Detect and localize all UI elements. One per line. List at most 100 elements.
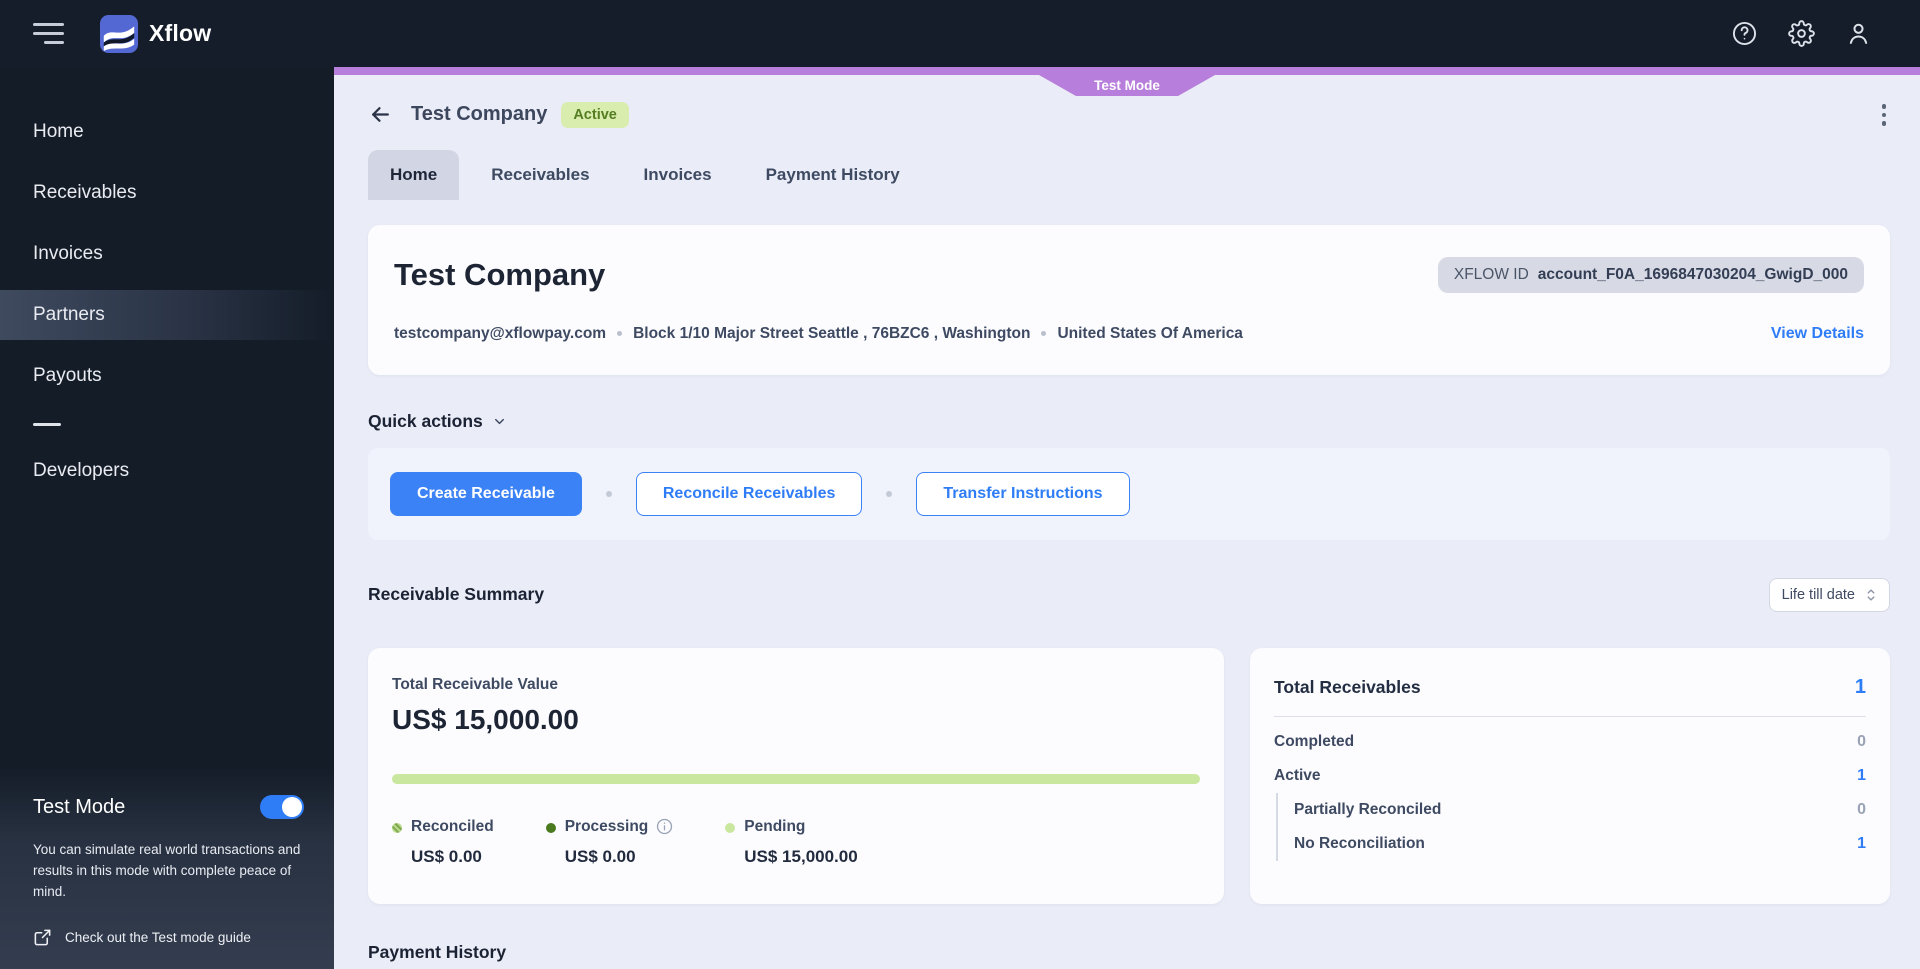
test-mode-guide-label: Check out the Test mode guide: [65, 930, 251, 945]
test-mode-panel: Test Mode You can simulate real world tr…: [0, 767, 334, 969]
tab-invoices[interactable]: Invoices: [622, 150, 734, 200]
reconcile-receivables-button[interactable]: Reconcile Receivables: [635, 471, 863, 516]
company-info-row: testcompany@xflowpay.com Block 1/10 Majo…: [394, 325, 1864, 343]
sidebar-item-invoices[interactable]: Invoices: [0, 229, 334, 279]
sidebar-item-receivables[interactable]: Receivables: [0, 168, 334, 218]
sidebar-item-payouts[interactable]: Payouts: [0, 351, 334, 401]
quick-actions-panel: Create Receivable Reconcile Receivables …: [368, 447, 1890, 540]
xflow-id-label: XFLOW ID: [1453, 265, 1529, 283]
topbar-actions: [1731, 20, 1872, 47]
main-content: Test Mode Test Company Active Home Recei…: [334, 67, 1920, 969]
dot-separator: [605, 490, 612, 497]
receivable-summary-title: Receivable Summary: [368, 584, 545, 604]
brand: Xflow: [100, 14, 212, 53]
receivable-legend: Reconciled US$ 0.00 Processing US$ 0.00 …: [392, 818, 1200, 867]
xflow-logo-icon: [100, 14, 138, 53]
pending-value: US$ 15,000.00: [744, 846, 858, 866]
test-mode-ribbon-label: Test Mode: [1094, 78, 1160, 93]
company-name: Test Company: [394, 256, 606, 292]
view-details-link[interactable]: View Details: [1771, 325, 1864, 343]
row-active: Active 1: [1274, 759, 1866, 793]
total-receivable-value-card: Total Receivable Value US$ 15,000.00 Rec…: [368, 647, 1224, 904]
legend-item-pending: Pending US$ 15,000.00: [725, 817, 858, 867]
create-receivable-button[interactable]: Create Receivable: [390, 471, 582, 516]
sidebar-item-partners[interactable]: Partners: [0, 290, 334, 340]
tab-receivables[interactable]: Receivables: [469, 150, 611, 200]
test-mode-description: You can simulate real world transactions…: [33, 842, 301, 899]
back-button[interactable]: [368, 102, 393, 127]
row-no-reconciliation: No Reconciliation 1: [1294, 827, 1866, 861]
help-button[interactable]: [1731, 20, 1758, 47]
pending-label: Pending: [744, 817, 806, 835]
receivable-summary-header: Receivable Summary Life till date: [368, 577, 1890, 612]
legend-item-reconciled: Reconciled US$ 0.00: [392, 818, 494, 867]
transfer-instructions-button[interactable]: Transfer Instructions: [916, 471, 1130, 516]
reconciled-dot-icon: [392, 822, 402, 833]
date-range-select[interactable]: Life till date: [1768, 577, 1890, 612]
row-partially-reconciled: Partially Reconciled 0: [1294, 793, 1866, 827]
pending-dot-icon: [725, 822, 736, 833]
test-mode-strip: [334, 67, 1920, 75]
total-receivable-value-amount: US$ 15,000.00: [392, 703, 579, 735]
external-link-icon: [34, 929, 51, 946]
no-reconciliation-label: No Reconciliation: [1294, 834, 1425, 852]
processing-value: US$ 0.00: [564, 846, 636, 866]
status-badge: Active: [561, 101, 629, 128]
completed-value: 0: [1857, 732, 1866, 750]
dot-separator: [886, 490, 893, 497]
tab-bar: Home Receivables Invoices Payment Histor…: [368, 149, 1890, 200]
completed-label: Completed: [1274, 732, 1355, 750]
sidebar-item-home[interactable]: Home: [0, 107, 334, 157]
divider: [1274, 715, 1866, 717]
quick-actions-header[interactable]: Quick actions: [368, 411, 1890, 432]
app-window: Xflow Home Receivables Invoices Partners…: [0, 0, 1920, 969]
summary-cards: Total Receivable Value US$ 15,000.00 Rec…: [368, 647, 1890, 904]
sidebar-item-developers[interactable]: Developers: [0, 446, 334, 496]
test-mode-guide-link[interactable]: Check out the Test mode guide: [33, 928, 304, 947]
active-breakdown-group: Partially Reconciled 0 No Reconciliation…: [1276, 792, 1866, 861]
dot-separator: [1041, 331, 1047, 336]
total-receivable-value-label: Total Receivable Value: [392, 675, 558, 693]
account-button[interactable]: [1845, 20, 1872, 47]
row-completed: Completed 0: [1274, 725, 1866, 759]
gear-icon: [1788, 20, 1815, 47]
reconciled-label: Reconciled: [411, 817, 494, 835]
sidebar-divider: [33, 423, 61, 426]
tab-payment-history[interactable]: Payment History: [744, 150, 922, 200]
hamburger-menu-icon[interactable]: [33, 23, 64, 44]
topbar: Xflow: [0, 0, 1920, 67]
brand-name: Xflow: [149, 20, 212, 46]
total-receivables-card: Total Receivables 1 Completed 0 Active 1…: [1250, 647, 1890, 904]
chevron-down-icon: [494, 418, 504, 424]
page-header: Test Company Active: [368, 100, 1890, 130]
company-country: United States Of America: [1057, 324, 1243, 342]
test-mode-toggle[interactable]: [260, 795, 304, 819]
payment-history-title: Payment History: [368, 941, 507, 962]
person-icon: [1849, 23, 1868, 44]
select-chevrons-icon: [1867, 588, 1875, 601]
arrow-left-icon: [372, 107, 389, 123]
reconciled-value: US$ 0.00: [411, 846, 482, 866]
no-reconciliation-value: 1: [1857, 834, 1866, 852]
company-card: Test Company XFLOW ID account_F0A_169684…: [368, 224, 1890, 375]
sidebar: Home Receivables Invoices Partners Payou…: [0, 67, 334, 969]
active-label: Active: [1274, 766, 1321, 784]
company-address: Block 1/10 Major Street Seattle , 76BZC6…: [633, 324, 1031, 342]
legend-item-processing: Processing US$ 0.00: [545, 818, 674, 867]
date-range-value: Life till date: [1781, 586, 1855, 603]
processing-dot-icon: [545, 822, 556, 833]
help-icon: [1732, 21, 1757, 46]
xflow-id-value: account_F0A_1696847030204_GwigD_000: [1537, 265, 1848, 283]
company-email: testcompany@xflowpay.com: [394, 324, 607, 342]
active-value: 1: [1857, 766, 1866, 784]
kebab-menu-icon[interactable]: [1878, 100, 1891, 130]
total-receivables-count: 1: [1854, 675, 1866, 698]
settings-button[interactable]: [1788, 20, 1815, 47]
info-icon[interactable]: [656, 818, 673, 835]
partially-reconciled-label: Partially Reconciled: [1294, 800, 1442, 818]
total-receivables-title: Total Receivables: [1274, 676, 1421, 697]
test-mode-title: Test Mode: [33, 795, 126, 818]
xflow-id-pill[interactable]: XFLOW ID account_F0A_1696847030204_GwigD…: [1437, 256, 1864, 293]
receivable-progress-bar: [392, 773, 1200, 784]
tab-home[interactable]: Home: [368, 149, 460, 200]
